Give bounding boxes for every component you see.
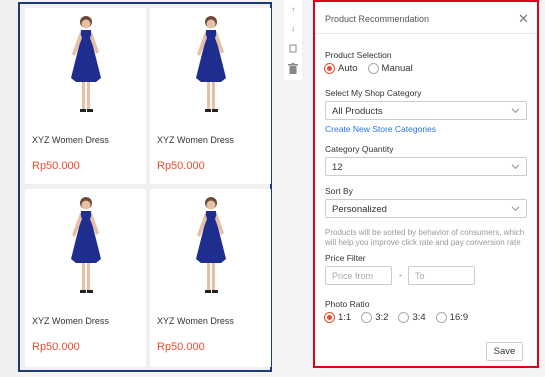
arrow-up-icon[interactable]: ↑ — [287, 3, 299, 15]
product-name: XYZ Women Dress — [157, 316, 234, 326]
radio-ratio-3-2[interactable] — [361, 312, 373, 323]
radio-manual-label: Manual — [381, 63, 413, 74]
panel-title: Product Recommendation — [325, 14, 430, 24]
quantity-select[interactable]: 12 — [325, 157, 527, 176]
product-card[interactable]: XYZ Women Dress Rp50.000 — [25, 189, 146, 367]
editor-canvas: XYZ Women Dress Rp50.000 XYZ Women Dress… — [0, 0, 545, 377]
arrow-down-icon[interactable]: ↓ — [287, 22, 299, 34]
product-price: Rp50.000 — [157, 341, 205, 353]
radio-auto-label: Auto — [338, 63, 358, 74]
product-image — [150, 8, 271, 126]
trash-icon[interactable] — [287, 62, 299, 74]
product-grid[interactable]: XYZ Women Dress Rp50.000 XYZ Women Dress… — [18, 2, 272, 372]
category-value: All Products — [332, 106, 383, 117]
product-name: XYZ Women Dress — [157, 135, 234, 145]
radio-ratio-16-9[interactable] — [435, 312, 447, 323]
price-separator: - — [399, 270, 402, 280]
panel-divider — [315, 33, 537, 34]
price-to-input[interactable]: To — [408, 266, 475, 285]
product-price: Rp50.000 — [157, 160, 205, 172]
radio-manual[interactable] — [367, 63, 379, 74]
chevron-down-icon — [511, 206, 520, 212]
radio-ratio-1-1[interactable] — [324, 312, 335, 323]
save-button[interactable]: Save — [486, 342, 523, 361]
dress-model-image — [70, 197, 101, 293]
sort-hint: Products will be sorted by behavior of c… — [325, 228, 525, 247]
radio-ratio-3-4[interactable] — [398, 312, 410, 323]
product-price: Rp50.000 — [32, 160, 80, 172]
radio-auto[interactable] — [324, 63, 335, 74]
ratio-label: 3:2 — [375, 312, 389, 323]
product-selection-label: Product Selection — [325, 50, 392, 60]
photo-ratio-group: 1:1 3:2 3:4 16:9 — [324, 312, 478, 323]
ratio-label: 3:4 — [412, 312, 426, 323]
product-selection-group: Auto Manual — [324, 63, 423, 74]
dress-model-image — [195, 197, 226, 293]
ratio-label: 1:1 — [338, 312, 352, 323]
product-image — [25, 189, 146, 307]
product-image — [150, 189, 271, 307]
dress-model-image — [70, 16, 101, 112]
component-toolbar: ↑ ↓ — [284, 0, 302, 80]
category-label: Select My Shop Category — [325, 88, 422, 98]
chevron-down-icon — [511, 108, 520, 114]
sort-label: Sort By — [325, 186, 353, 196]
quantity-value: 12 — [332, 162, 343, 173]
dress-model-image — [195, 16, 226, 112]
product-card[interactable]: XYZ Women Dress Rp50.000 — [25, 8, 146, 184]
chevron-down-icon — [511, 164, 520, 170]
price-from-placeholder: Price from — [332, 271, 374, 281]
create-category-link[interactable]: Create New Store Categories — [325, 124, 436, 134]
product-price: Rp50.000 — [32, 341, 80, 353]
product-image — [25, 8, 146, 126]
product-recommendation-panel: Product Recommendation ✕ Product Selecti… — [313, 0, 539, 368]
product-card[interactable]: XYZ Women Dress Rp50.000 — [150, 189, 271, 367]
left-gutter — [0, 0, 18, 377]
product-name: XYZ Women Dress — [32, 316, 109, 326]
category-select[interactable]: All Products — [325, 101, 527, 120]
price-filter-label: Price Filter — [325, 253, 366, 263]
photo-ratio-label: Photo Ratio — [325, 299, 370, 309]
copy-icon[interactable] — [287, 42, 299, 54]
price-from-input[interactable]: Price from — [325, 266, 392, 285]
product-name: XYZ Women Dress — [32, 135, 109, 145]
ratio-label: 16:9 — [449, 312, 469, 323]
close-icon[interactable]: ✕ — [518, 11, 529, 27]
sort-select[interactable]: Personalized — [325, 199, 527, 218]
quantity-label: Category Quantity — [325, 144, 394, 154]
sort-value: Personalized — [332, 204, 387, 215]
price-to-placeholder: To — [415, 271, 425, 281]
product-card[interactable]: XYZ Women Dress Rp50.000 — [150, 8, 271, 184]
